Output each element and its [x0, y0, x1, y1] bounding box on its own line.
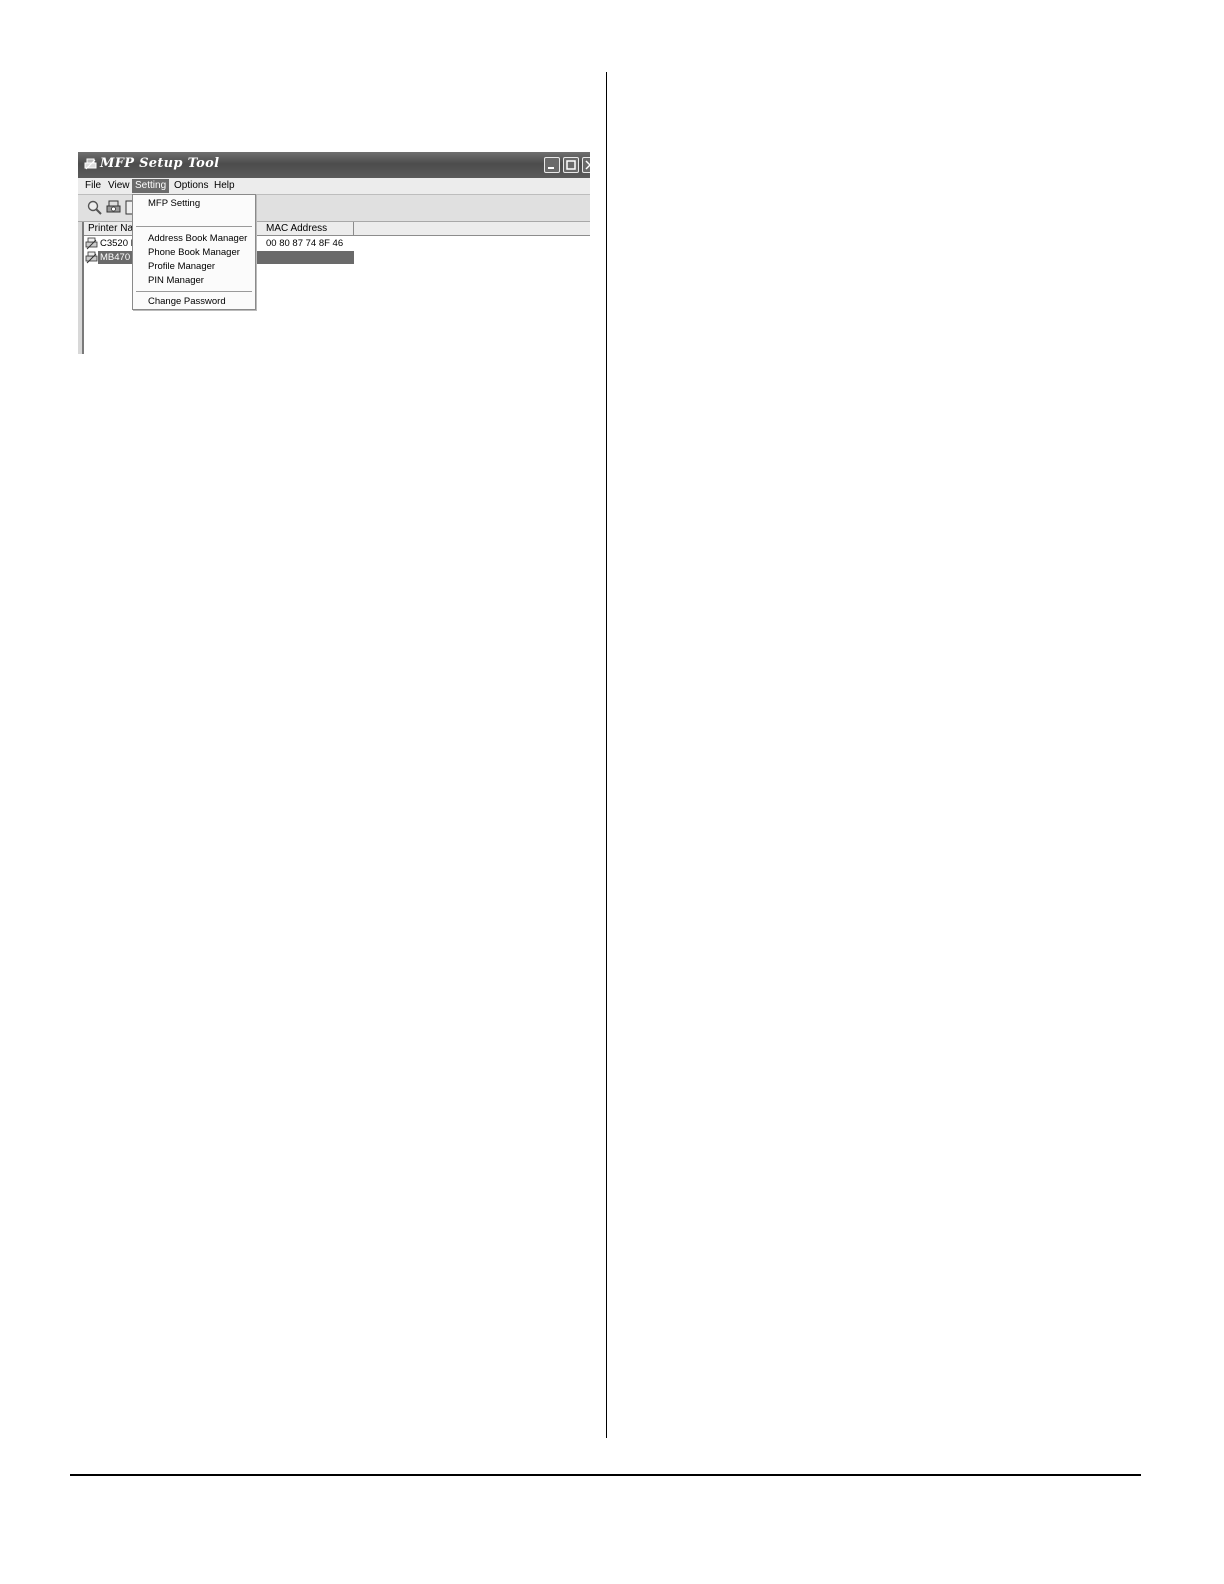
menu-item-phone-book-manager[interactable]: Phone Book Manager — [148, 247, 240, 259]
mac-address-cell: 00 80 87 74 8F 46 — [266, 238, 344, 249]
menu-help[interactable]: Help — [211, 179, 238, 193]
printer-icon — [84, 158, 97, 170]
menu-separator — [136, 291, 252, 292]
menu-item-mfp-setting[interactable]: MFP Setting — [148, 198, 200, 210]
title-bar[interactable]: MFP Setup Tool — [78, 152, 590, 179]
minimize-icon — [548, 167, 554, 169]
printer-name-cell: C3520 M — [100, 238, 134, 249]
menu-options[interactable]: Options — [171, 179, 211, 193]
printer-settings-icon[interactable] — [105, 199, 122, 216]
menu-item-address-book-manager[interactable]: Address Book Manager — [148, 233, 247, 245]
minimize-button[interactable] — [544, 157, 560, 173]
menu-item-pin-manager[interactable]: PIN Manager — [148, 275, 204, 287]
printer-icon — [85, 251, 98, 264]
printer-icon — [85, 237, 98, 250]
maximize-button[interactable] — [563, 157, 579, 173]
search-icon[interactable] — [86, 199, 103, 216]
menu-file[interactable]: File — [82, 179, 104, 193]
column-header-mac-address[interactable]: MAC Address — [262, 222, 354, 235]
mfp-setup-tool-window: MFP Setup Tool File View Setting Options… — [78, 152, 590, 354]
window-title: MFP Setup Tool — [100, 156, 220, 171]
menu-view[interactable]: View — [105, 179, 133, 193]
page-footer-rule — [70, 1474, 1141, 1476]
printer-name-cell: MB470 — [100, 252, 131, 263]
menu-bar: File View Setting Options Help — [78, 178, 590, 195]
menu-separator — [136, 226, 252, 227]
column-header-printer-name[interactable]: Printer Nam — [84, 222, 134, 235]
menu-item-profile-manager[interactable]: Profile Manager — [148, 261, 215, 273]
setting-dropdown-menu: MFP Setting Address Book Manager Phone B… — [132, 194, 256, 310]
mac-address-cell — [266, 251, 354, 264]
column-divider — [606, 72, 607, 1438]
menu-item-change-password[interactable]: Change Password — [148, 296, 226, 308]
close-button[interactable] — [582, 157, 590, 173]
menu-setting[interactable]: Setting — [132, 179, 170, 193]
maximize-icon — [566, 160, 576, 170]
close-icon — [585, 160, 590, 170]
